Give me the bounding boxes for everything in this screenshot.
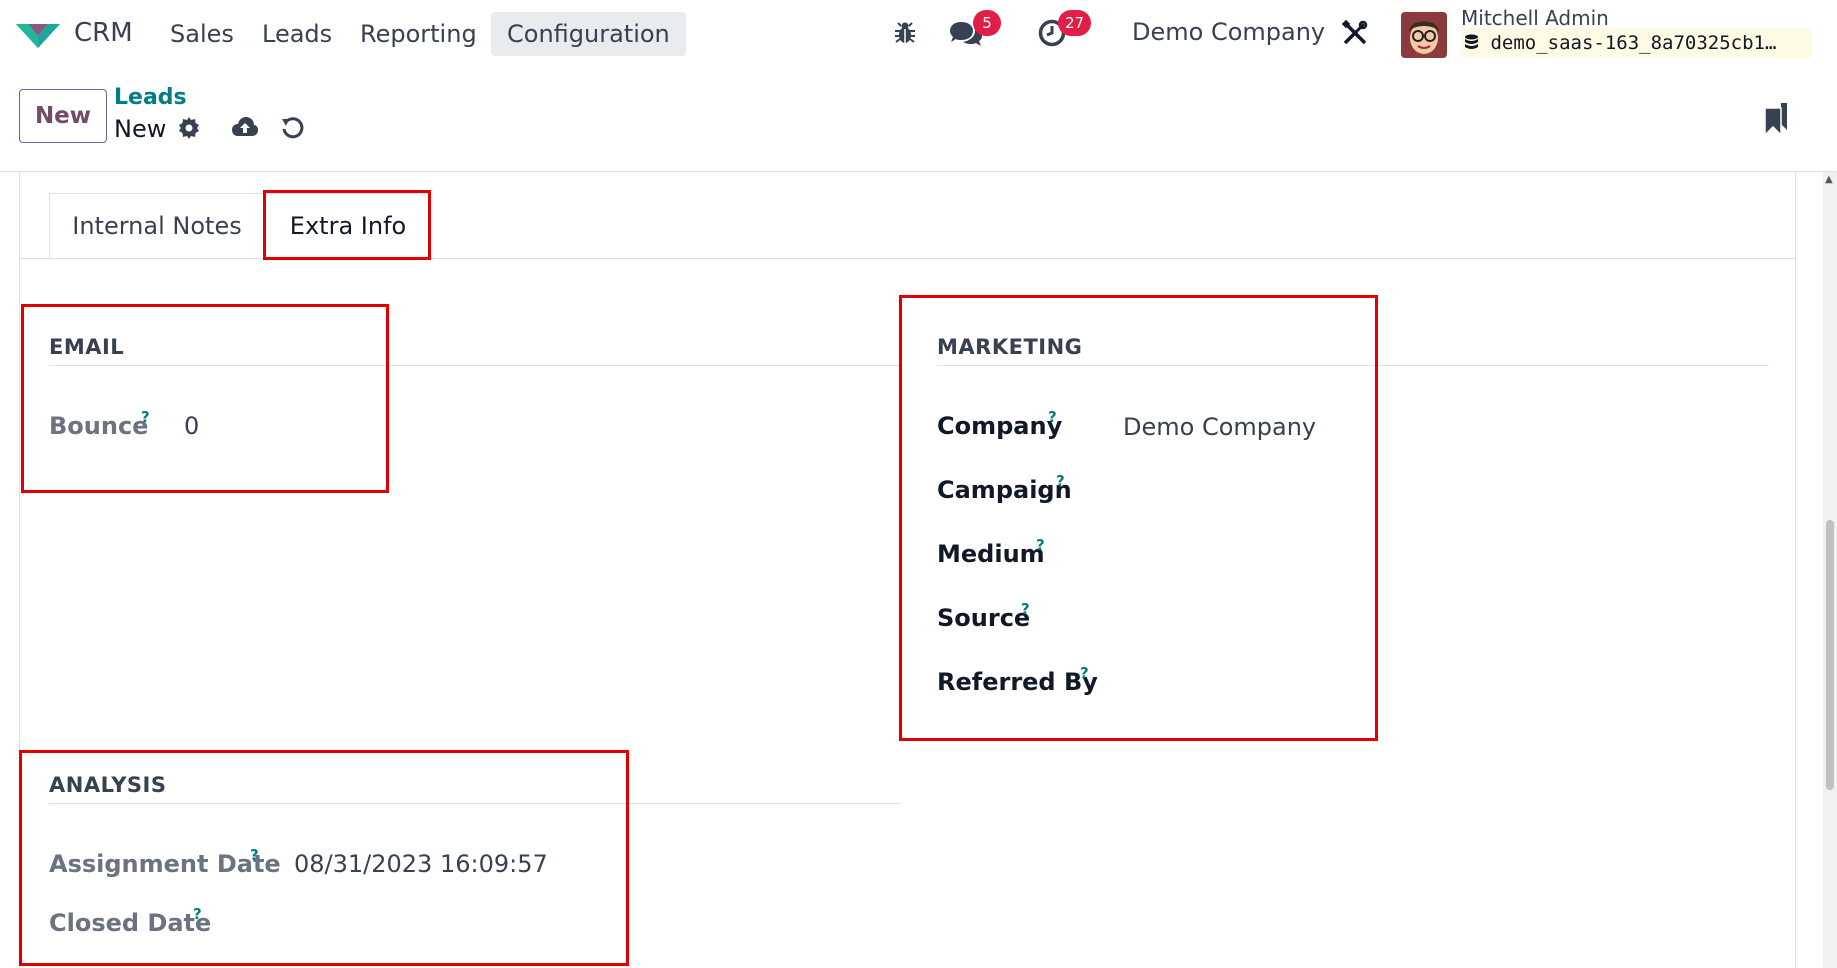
menu-leads[interactable]: Leads — [246, 12, 348, 56]
save-cloud-upload-icon[interactable] — [231, 116, 259, 138]
control-panel: New Leads New — [0, 68, 1837, 172]
highlight-analysis-group — [19, 750, 629, 966]
highlight-email-group — [21, 304, 389, 493]
gear-icon[interactable] — [177, 116, 201, 140]
scroll-up-arrow-icon[interactable]: ▲ — [1825, 174, 1833, 185]
activities-count-badge: 27 — [1058, 10, 1092, 36]
app-name[interactable]: CRM — [74, 18, 133, 48]
menu-reporting[interactable]: Reporting — [344, 12, 493, 56]
debug-bug-icon[interactable] — [892, 20, 918, 46]
top-navbar: CRM Sales Leads Reporting Configuration … — [0, 0, 1837, 68]
breadcrumb-leads[interactable]: Leads — [114, 85, 187, 110]
breadcrumb-current: New — [114, 115, 167, 143]
menu-sales[interactable]: Sales — [154, 12, 250, 56]
company-switcher[interactable]: Demo Company — [1132, 18, 1325, 46]
bookmark-icon[interactable] — [1764, 102, 1788, 136]
scrollbar-thumb[interactable] — [1826, 520, 1834, 790]
database-name: demo_saas-163_8a70325cb1… — [1490, 32, 1777, 54]
user-avatar[interactable] — [1401, 12, 1447, 58]
new-button[interactable]: New — [19, 89, 107, 143]
highlight-marketing-group — [899, 295, 1378, 741]
messages-count-badge: 5 — [973, 10, 1001, 36]
crm-logo-icon[interactable] — [14, 18, 62, 52]
database-icon — [1465, 34, 1478, 49]
database-chip: demo_saas-163_8a70325cb1… — [1461, 28, 1812, 58]
tools-icon[interactable] — [1341, 19, 1369, 47]
discard-undo-icon[interactable] — [281, 116, 305, 140]
menu-configuration[interactable]: Configuration — [491, 12, 686, 56]
user-name[interactable]: Mitchell Admin — [1461, 6, 1609, 30]
tab-internal-notes[interactable]: Internal Notes — [49, 193, 265, 259]
highlight-extra-info-tab — [263, 190, 431, 260]
